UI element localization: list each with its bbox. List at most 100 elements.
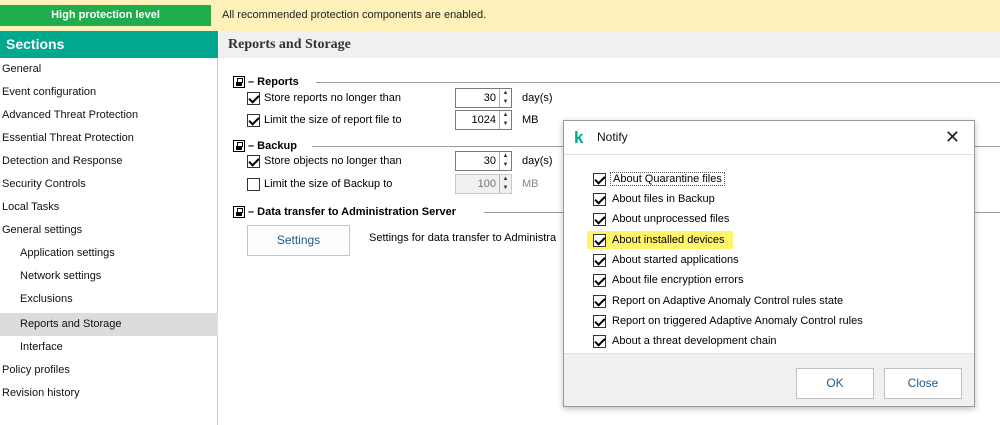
store-objects-checkbox[interactable] <box>247 154 260 168</box>
protection-level-badge[interactable]: High protection level <box>0 5 211 26</box>
spin-up-icon[interactable]: ▲ <box>500 111 511 120</box>
notify-item-label: About installed devices <box>612 234 725 246</box>
page-title: Reports and Storage <box>219 31 1000 58</box>
spin-down-icon[interactable]: ▼ <box>500 161 511 170</box>
dialog-titlebar: k Notify ✕ <box>564 121 974 155</box>
notify-item-label: About unprocessed files <box>612 213 730 225</box>
ok-button[interactable]: OK <box>796 368 874 399</box>
dialog-title: Notify <box>597 130 628 144</box>
notify-item-aac-rules-state[interactable]: Report on Adaptive Anomaly Control rules… <box>593 293 845 309</box>
notify-item-unprocessed-files[interactable]: About unprocessed files <box>593 211 731 227</box>
store-reports-checkbox[interactable] <box>247 91 260 105</box>
notify-item-file-encryption-errors[interactable]: About file encryption errors <box>593 272 745 288</box>
sidebar-item-detection-and-response[interactable]: Detection and Response <box>0 150 218 173</box>
sidebar-item-event-configuration[interactable]: Event configuration <box>0 81 218 104</box>
protection-status-message: All recommended protection components ar… <box>222 9 487 21</box>
sidebar-item-policy-profiles[interactable]: Policy profiles <box>0 359 218 382</box>
spin-arrows[interactable]: ▲ ▼ <box>499 89 511 107</box>
sidebar-item-application-settings[interactable]: Application settings <box>0 242 218 265</box>
sidebar-item-network-settings[interactable]: Network settings <box>0 265 218 288</box>
limit-report-size-label: Limit the size of report file to <box>264 114 402 126</box>
notify-dialog: k Notify ✕ About Quarantine files About … <box>563 120 975 407</box>
notify-item-label: Report on Adaptive Anomaly Control rules… <box>612 295 844 307</box>
sidebar-item-essential-threat-protection[interactable]: Essential Threat Protection <box>0 127 218 150</box>
notify-checkbox[interactable] <box>593 212 606 226</box>
sections-header: Sections <box>0 31 218 58</box>
notify-item-triggered-aac-rules[interactable]: Report on triggered Adaptive Anomaly Con… <box>593 313 865 329</box>
spin-arrows[interactable]: ▲ ▼ <box>499 152 511 170</box>
reports-group-header[interactable]: – Reports <box>233 74 299 90</box>
sidebar-item-advanced-threat-protection[interactable]: Advanced Threat Protection <box>0 104 218 127</box>
limit-report-size-row[interactable]: Limit the size of report file to <box>247 112 402 128</box>
store-reports-row[interactable]: Store reports no longer than <box>247 90 401 106</box>
limit-backup-size-checkbox[interactable] <box>247 177 260 191</box>
backup-size-value: 100 <box>477 178 496 190</box>
spin-up-icon[interactable]: ▲ <box>500 152 511 161</box>
data-transfer-settings-button[interactable]: Settings <box>247 225 350 256</box>
notify-item-label: Report on triggered Adaptive Anomaly Con… <box>612 315 863 327</box>
lock-icon[interactable] <box>233 206 245 218</box>
sidebar-item-general[interactable]: General <box>0 58 218 81</box>
backup-days-value[interactable]: 30 <box>456 152 499 170</box>
dialog-footer: OK Close <box>564 353 974 406</box>
notify-item-label: About Quarantine files <box>610 172 725 186</box>
sidebar-item-security-controls[interactable]: Security Controls <box>0 173 218 196</box>
reports-days-stepper[interactable]: 30 ▲ ▼ <box>455 88 512 108</box>
sidebar-item-revision-history[interactable]: Revision history <box>0 382 218 405</box>
backup-size-unit: MB <box>522 178 539 190</box>
spin-up-icon[interactable]: ▲ <box>500 89 511 98</box>
report-size-value[interactable]: 1024 <box>456 111 499 129</box>
notify-item-label: About file encryption errors <box>612 274 744 286</box>
spin-up-icon: ▲ <box>502 176 509 182</box>
data-transfer-group-title: – Data transfer to Administration Server <box>248 206 457 218</box>
group-divider <box>316 82 1000 83</box>
lock-icon[interactable] <box>233 76 245 88</box>
notify-checkbox[interactable] <box>593 172 606 186</box>
spin-down-icon[interactable]: ▼ <box>500 120 511 129</box>
store-objects-row[interactable]: Store objects no longer than <box>247 153 402 169</box>
notify-checkbox[interactable] <box>593 192 606 206</box>
report-size-stepper[interactable]: 1024 ▲ ▼ <box>455 110 512 130</box>
notify-checkbox[interactable] <box>593 233 606 247</box>
backup-group-header[interactable]: – Backup <box>233 138 297 154</box>
backup-size-stepper: 100 ▲ ▼ <box>455 174 512 194</box>
sidebar-item-general-settings[interactable]: General settings <box>0 219 218 242</box>
sidebar: General Event configuration Advanced Thr… <box>0 58 218 425</box>
notify-item-installed-devices[interactable]: About installed devices <box>587 231 733 249</box>
notify-item-quarantine-files[interactable]: About Quarantine files <box>593 171 725 187</box>
notify-item-started-applications[interactable]: About started applications <box>593 252 741 268</box>
limit-report-size-checkbox[interactable] <box>247 113 260 127</box>
spin-down-icon: ▼ <box>502 185 509 191</box>
store-objects-label: Store objects no longer than <box>264 155 402 167</box>
close-icon[interactable]: ✕ <box>945 127 960 147</box>
sidebar-item-reports-and-storage[interactable]: Reports and Storage <box>0 313 218 336</box>
sidebar-item-local-tasks[interactable]: Local Tasks <box>0 196 218 219</box>
reports-group-title: – Reports <box>248 76 299 88</box>
spin-arrows[interactable]: ▲ ▼ <box>499 111 511 129</box>
notify-checkbox[interactable] <box>593 294 606 308</box>
report-size-unit: MB <box>522 114 539 126</box>
lock-icon[interactable] <box>233 140 245 152</box>
close-button[interactable]: Close <box>884 368 962 399</box>
notify-item-threat-development-chain[interactable]: About a threat development chain <box>593 333 779 349</box>
sidebar-item-interface[interactable]: Interface <box>0 336 218 359</box>
spin-arrows: ▲ ▼ <box>499 175 511 193</box>
reports-days-value[interactable]: 30 <box>456 89 499 107</box>
reports-days-unit: day(s) <box>522 92 553 104</box>
notify-item-files-in-backup[interactable]: About files in Backup <box>593 191 717 207</box>
backup-days-unit: day(s) <box>522 155 553 167</box>
sidebar-item-exclusions[interactable]: Exclusions <box>0 288 218 311</box>
notify-checkbox[interactable] <box>593 273 606 287</box>
notify-checkbox[interactable] <box>593 314 606 328</box>
data-transfer-group-header[interactable]: – Data transfer to Administration Server <box>233 204 456 220</box>
notify-item-label: About a threat development chain <box>612 335 777 347</box>
kaspersky-logo-icon: k <box>574 128 584 147</box>
store-reports-label: Store reports no longer than <box>264 92 401 104</box>
notify-checkbox[interactable] <box>593 334 606 348</box>
limit-backup-size-row[interactable]: Limit the size of Backup to <box>247 176 392 192</box>
spin-down-icon[interactable]: ▼ <box>500 98 511 107</box>
notify-checkbox[interactable] <box>593 253 606 267</box>
protection-status-bar: High protection level All recommended pr… <box>0 0 1000 31</box>
backup-days-stepper[interactable]: 30 ▲ ▼ <box>455 151 512 171</box>
limit-backup-size-label: Limit the size of Backup to <box>264 178 393 190</box>
